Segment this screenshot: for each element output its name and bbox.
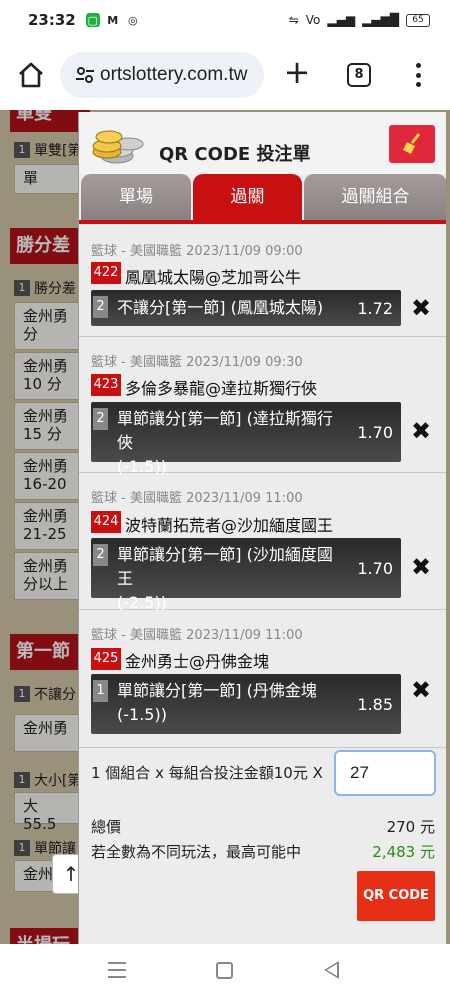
selection-card: 籃球 - 美國職籃 2023/11/09 09:00 422 鳳凰城太陽@芝加哥… (79, 224, 446, 337)
selection-card: 籃球 - 美國職籃 2023/11/09 11:00 424 波特蘭拓荒者@沙加… (79, 473, 446, 612)
match-meta: 籃球 - 美國職籃 2023/11/09 09:30 (91, 355, 303, 370)
system-icons: ⇋ Vo ▂▄▆ ▂▄▆█ 65 (289, 13, 430, 27)
bet-count-badge: 2 (93, 296, 108, 318)
new-tab-icon[interactable]: + (282, 56, 312, 88)
bet-odds: 1.70 (357, 558, 393, 578)
max-win-value: 2,483 元 (372, 843, 435, 861)
clear-slip-button[interactable] (389, 125, 435, 163)
tab-parlay[interactable]: 過關 (193, 174, 302, 220)
match-teams: 鳳凰城太陽@芝加哥公牛 (125, 268, 302, 287)
site-settings-icon[interactable] (74, 64, 96, 86)
bet-description: 單節讓分[第一節] (沙加緬度國王 (-2.5)) (117, 545, 333, 612)
match-teams: 波特蘭拓荒者@沙加緬度國王 (125, 516, 334, 535)
tab-parlay-combo[interactable]: 過關組合 (304, 174, 446, 220)
slip-summary: 1 個組合 x 每組合投注金額10元 X 總價 270 元 若全數為不同玩法，最… (79, 748, 446, 944)
bet-selection: 2 不讓分[第一節] (鳳凰城太陽) 1.72 (91, 290, 401, 326)
bet-odds: 1.72 (357, 298, 393, 318)
match-id-badge: 425 (91, 648, 121, 670)
system-nav-bar (0, 944, 450, 1000)
coins-icon (92, 130, 144, 164)
wifi-signal-icon: ▂▄▆█ (362, 13, 399, 27)
back-icon[interactable] (324, 961, 339, 979)
battery-icon: 65 (406, 13, 430, 27)
messaging-icon: ▢ (85, 13, 100, 27)
bet-slip-panel: QR CODE 投注單 單場 過關 過關組合 籃球 - 美國職籃 2023/11… (78, 112, 446, 944)
bet-selection: 2 單節讓分[第一節] (達拉斯獨行俠 (-1.5)) 1.70 (91, 402, 401, 476)
bet-count-badge: 2 (93, 408, 108, 430)
address-bar[interactable]: ortslottery.com.tw (60, 52, 264, 98)
bet-selection: 1 單節讓分[第一節] (丹佛金塊 (-1.5)) 1.85 (91, 674, 401, 734)
qr-code-button[interactable]: QR CODE (357, 871, 435, 921)
signal-4g-icon: ▂▄▆ (327, 13, 356, 27)
instagram-icon: ◎ (127, 13, 138, 27)
more-menu-icon[interactable] (408, 60, 428, 90)
tab-single[interactable]: 單場 (81, 174, 191, 220)
slip-header: QR CODE 投注單 (79, 112, 446, 174)
remove-selection-icon[interactable]: ✖ (409, 678, 433, 702)
max-win-label: 若全數為不同玩法，最高可能中 (91, 843, 302, 861)
bet-selection: 2 單節讓分[第一節] (沙加緬度國王 (-2.5)) 1.70 (91, 538, 401, 612)
gmail-icon: M (107, 13, 119, 27)
notification-icons: ▢ M ◎ (85, 13, 140, 27)
match-meta: 籃球 - 美國職籃 2023/11/09 09:00 (91, 244, 303, 259)
bet-odds: 1.70 (357, 422, 393, 442)
bet-description: 單節讓分[第一節] (達拉斯獨行俠 (-1.5)) (117, 409, 333, 476)
broom-icon (403, 133, 421, 154)
slip-title: QR CODE 投注單 (159, 144, 311, 165)
match-id-badge: 423 (91, 374, 121, 396)
bet-count-badge: 1 (93, 680, 108, 702)
browser-toolbar: ortslottery.com.tw + 8 (0, 40, 450, 110)
remove-selection-icon[interactable]: ✖ (409, 296, 433, 320)
combo-description: 1 個組合 x 每組合投注金額10元 X (91, 764, 323, 782)
bet-count-badge: 2 (93, 544, 108, 566)
match-teams: 金州勇士@丹佛金塊 (125, 652, 270, 671)
home-nav-icon[interactable] (216, 962, 233, 979)
remove-selection-icon[interactable]: ✖ (409, 419, 433, 443)
total-label: 總價 (91, 818, 122, 836)
selection-card: 籃球 - 美國職籃 2023/11/09 11:00 425 金州勇士@丹佛金塊… (79, 610, 446, 748)
recent-apps-icon[interactable] (108, 962, 126, 978)
bet-description: 不讓分[第一節] (鳳凰城太陽) (117, 298, 324, 317)
multiplier-input[interactable] (334, 750, 436, 796)
match-id-badge: 422 (91, 262, 121, 284)
volte-icon: Vo (305, 13, 321, 27)
tab-switcher-button[interactable]: 8 (347, 63, 371, 87)
vibrate-icon: ⇋ (288, 13, 299, 27)
remove-selection-icon[interactable]: ✖ (409, 555, 433, 579)
url-text: ortslottery.com.tw (100, 64, 248, 85)
home-icon[interactable] (16, 60, 46, 90)
total-value: 270 元 (386, 818, 435, 836)
bet-description: 單節讓分[第一節] (丹佛金塊 (-1.5)) (117, 681, 317, 724)
bet-odds: 1.85 (357, 694, 393, 714)
status-bar: 23:32 ▢ M ◎ ⇋ Vo ▂▄▆ ▂▄▆█ 65 (0, 0, 450, 40)
match-meta: 籃球 - 美國職籃 2023/11/09 11:00 (91, 628, 303, 643)
match-id-badge: 424 (91, 511, 121, 533)
status-time: 23:32 (28, 11, 76, 29)
match-meta: 籃球 - 美國職籃 2023/11/09 11:00 (91, 491, 303, 506)
match-teams: 多倫多暴龍@達拉斯獨行俠 (125, 379, 318, 398)
selection-card: 籃球 - 美國職籃 2023/11/09 09:30 423 多倫多暴龍@達拉斯… (79, 337, 446, 476)
